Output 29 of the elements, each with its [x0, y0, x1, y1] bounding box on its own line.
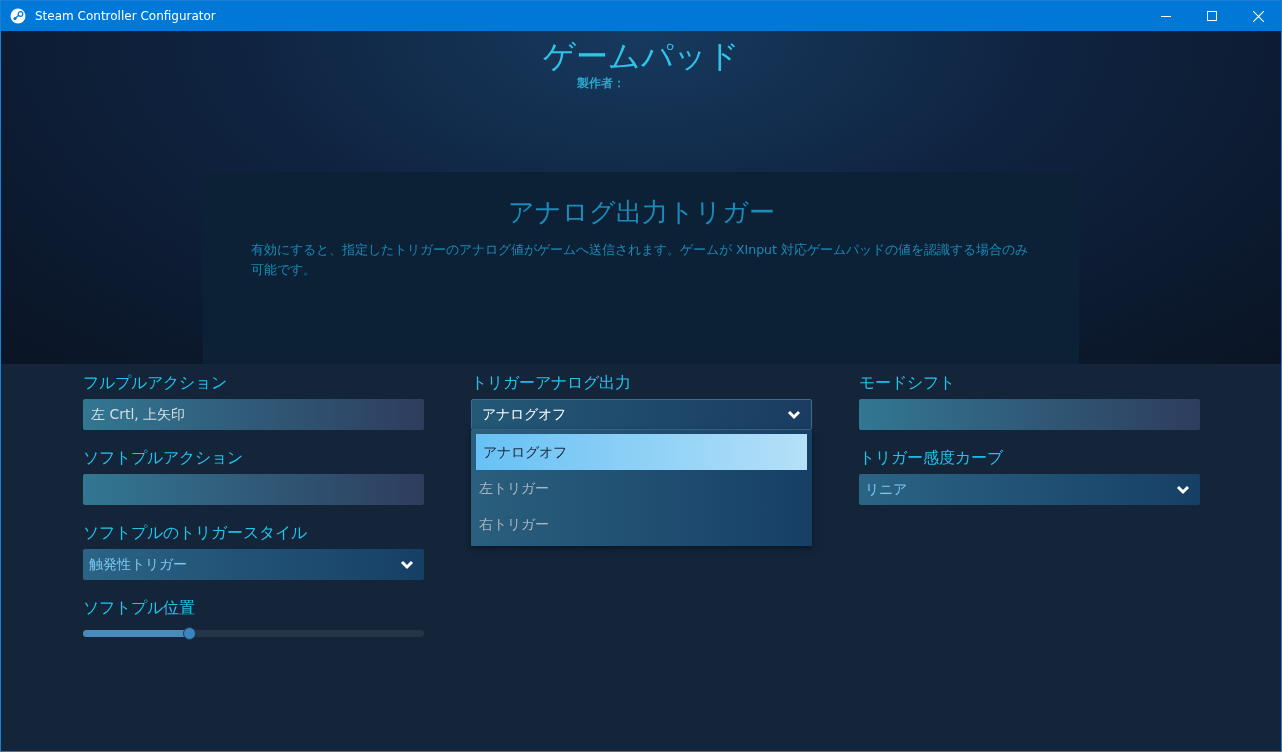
- setting-label: フルプルアクション: [83, 372, 228, 394]
- setting-label: トリガーアナログ出力: [471, 372, 632, 394]
- setting-label: トリガー感度カーブ: [859, 447, 1004, 469]
- config-title: ゲームパッド: [542, 36, 740, 77]
- setting-label: ソフトプル位置: [83, 597, 196, 619]
- dropdown[interactable]: リニア: [859, 474, 1200, 505]
- maximize-icon: [1207, 11, 1217, 21]
- steam-logo-icon: [10, 8, 26, 24]
- info-title: アナログ出力トリガー: [507, 196, 775, 229]
- dropdown-option[interactable]: 右トリガー: [476, 506, 807, 542]
- binding-field[interactable]: [859, 399, 1200, 430]
- binding-field[interactable]: 左 Crtl, 上矢印: [83, 399, 424, 430]
- chevron-down-icon: [400, 559, 414, 570]
- author-label: 製作者：: [577, 75, 625, 92]
- dropdown[interactable]: 触発性トリガー: [83, 549, 424, 580]
- dropdown-option[interactable]: アナログオフ: [476, 434, 807, 470]
- slider-track[interactable]: [83, 630, 424, 637]
- dropdown[interactable]: アナログオフ: [471, 399, 812, 430]
- slider-thumb[interactable]: [182, 627, 196, 640]
- close-icon: [1252, 10, 1264, 22]
- chevron-down-icon: [787, 409, 801, 420]
- window-title: Steam Controller Configurator: [35, 8, 216, 25]
- setting-label: ソフトプルのトリガースタイル: [83, 522, 308, 544]
- binding-field[interactable]: [83, 474, 424, 505]
- chevron-down-icon: [1176, 484, 1190, 495]
- setting-label: モードシフト: [859, 372, 956, 394]
- info-description: 有効にすると、指定したトリガーのアナログ値がゲームへ送信されます。ゲームが XInput 対応ゲームパッドの値を認識する場合のみ可能です。: [251, 241, 1029, 279]
- dropdown-option[interactable]: 左トリガー: [476, 470, 807, 506]
- setting-label: ソフトプルアクション: [83, 447, 244, 469]
